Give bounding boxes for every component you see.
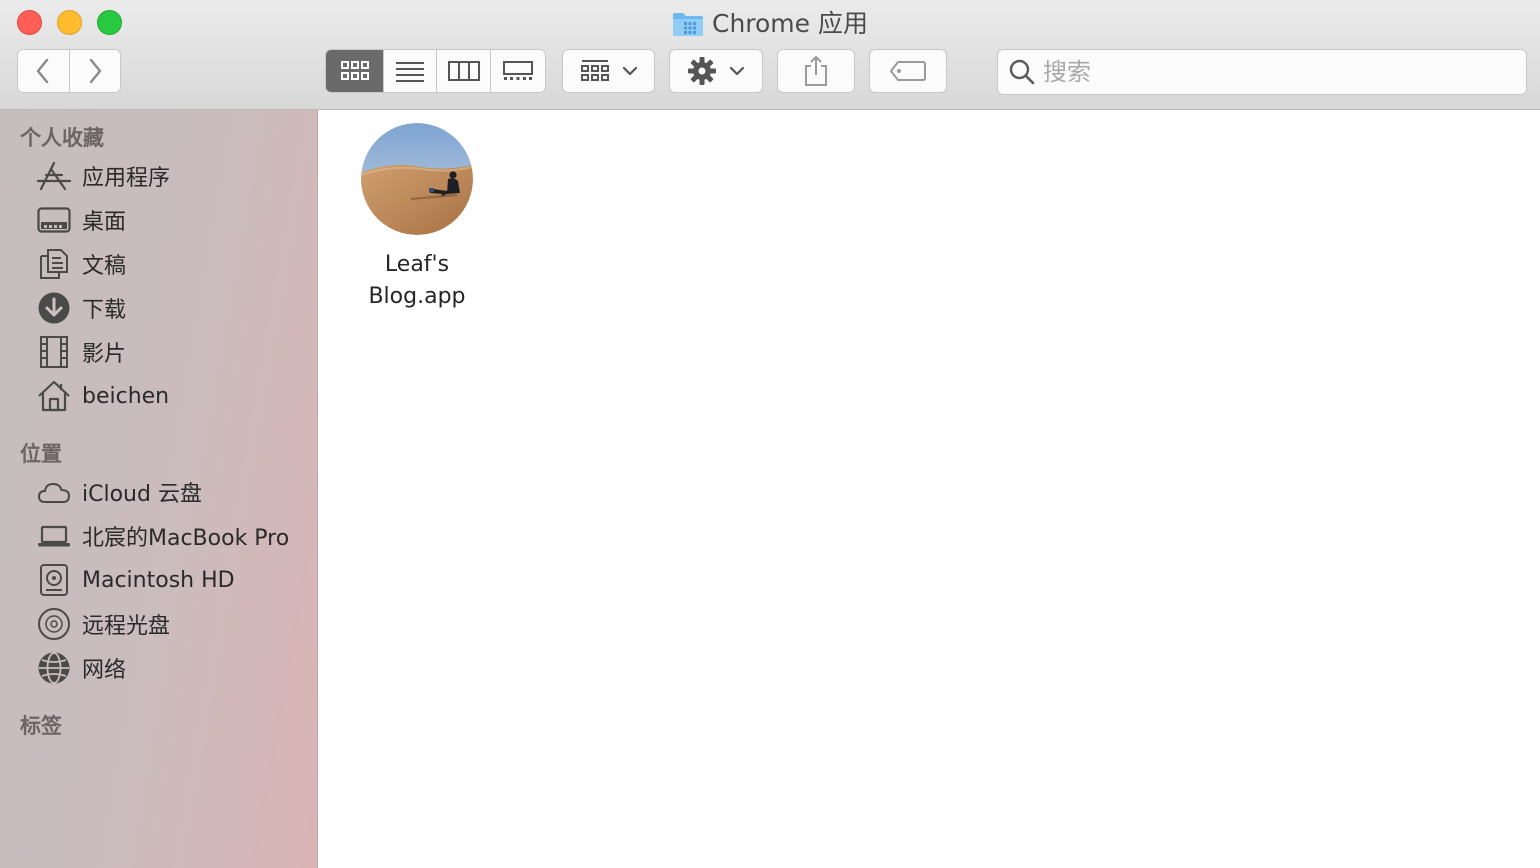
toolbar: Chrome 应用 bbox=[0, 0, 1540, 110]
search-icon bbox=[1009, 59, 1035, 85]
sidebar-item-applications[interactable]: 应用程序 bbox=[36, 156, 306, 196]
sidebar-item-label: iCloud 云盘 bbox=[82, 482, 202, 507]
view-mode-control bbox=[325, 49, 546, 93]
group-grid-icon bbox=[580, 60, 609, 81]
sidebar-item-desktop[interactable]: 桌面 bbox=[36, 200, 306, 240]
file-browser: Leaf's Blog.app bbox=[318, 110, 1540, 868]
chevron-right-icon bbox=[89, 58, 101, 84]
icon-view-icon bbox=[340, 61, 369, 80]
back-button[interactable] bbox=[18, 50, 70, 92]
gallery-view-button[interactable] bbox=[491, 50, 545, 92]
group-by-button[interactable] bbox=[562, 49, 655, 93]
sidebar-item-label: beichen bbox=[82, 383, 170, 409]
applications-icon bbox=[36, 158, 72, 194]
sidebar-item-remote-disc[interactable]: 远程光盘 bbox=[36, 604, 306, 644]
section-tags-title: 标签 bbox=[20, 714, 62, 738]
tag-button[interactable] bbox=[869, 49, 947, 93]
forward-button[interactable] bbox=[70, 50, 121, 92]
home-icon bbox=[36, 378, 72, 414]
sidebar-item-label: 桌面 bbox=[82, 210, 127, 235]
sidebar-item-label: 下载 bbox=[82, 298, 127, 323]
sidebar-item-label: 应用程序 bbox=[82, 166, 171, 191]
sidebar-item-network[interactable]: 网络 bbox=[36, 648, 306, 688]
sidebar: 个人收藏 应用程序 桌面 文稿 下载 影片 beichen 位置 iCloud … bbox=[0, 110, 318, 868]
column-view-button[interactable] bbox=[437, 50, 491, 92]
sidebar-item-label: 远程光盘 bbox=[82, 614, 171, 639]
sidebar-item-label: Macintosh HD bbox=[82, 567, 235, 593]
list-view-button[interactable] bbox=[384, 50, 438, 92]
chevron-down-icon bbox=[622, 66, 637, 76]
sidebar-item-home[interactable]: beichen bbox=[36, 376, 306, 416]
cloud-icon bbox=[36, 474, 72, 510]
documents-icon bbox=[36, 246, 72, 282]
share-button[interactable] bbox=[777, 49, 855, 93]
action-menu-button[interactable] bbox=[669, 49, 763, 93]
window-title: Chrome 应用 bbox=[0, 6, 1540, 40]
sidebar-item-downloads[interactable]: 下载 bbox=[36, 288, 306, 328]
network-icon bbox=[36, 650, 72, 686]
folder-icon bbox=[672, 13, 703, 36]
list-view-icon bbox=[396, 62, 425, 82]
sidebar-item-label: 文稿 bbox=[82, 254, 127, 279]
search-field[interactable] bbox=[997, 49, 1527, 95]
sidebar-item-macbook[interactable]: 北宸的MacBook Pro bbox=[36, 516, 306, 556]
sidebar-item-icloud[interactable]: iCloud 云盘 bbox=[36, 472, 306, 512]
desktop-icon bbox=[36, 202, 72, 238]
sidebar-item-label: 影片 bbox=[82, 342, 127, 367]
finder-window: Chrome 应用 搜索 个人收藏 应用程序 桌面 文稿 下载 影片 beich… bbox=[0, 0, 1540, 868]
hard-drive-icon bbox=[36, 562, 72, 598]
chevron-left-icon bbox=[37, 58, 49, 84]
column-view-icon bbox=[447, 61, 480, 81]
sidebar-item-label: 北宸的MacBook Pro bbox=[82, 526, 290, 551]
sidebar-item-label: 网络 bbox=[82, 658, 127, 683]
downloads-icon bbox=[36, 290, 72, 326]
nav-buttons bbox=[17, 49, 121, 93]
tag-icon bbox=[890, 61, 926, 81]
window-title-text: Chrome 应用 bbox=[711, 9, 868, 38]
search-input[interactable] bbox=[1043, 58, 1503, 86]
section-favorites-title: 个人收藏 bbox=[20, 126, 104, 150]
file-name: Leaf's Blog.app bbox=[332, 249, 502, 313]
gear-icon bbox=[688, 57, 716, 85]
section-locations-title: 位置 bbox=[20, 442, 62, 466]
movies-icon bbox=[36, 334, 72, 370]
file-item[interactable]: Leaf's Blog.app bbox=[361, 123, 473, 313]
chevron-down-icon bbox=[729, 66, 745, 76]
sidebar-item-macintosh-hd[interactable]: Macintosh HD bbox=[36, 560, 306, 600]
sidebar-item-documents[interactable]: 文稿 bbox=[36, 244, 306, 284]
laptop-icon bbox=[36, 518, 72, 554]
share-icon bbox=[805, 55, 827, 86]
gallery-view-icon bbox=[502, 61, 533, 80]
file-name-line2: Blog.app bbox=[368, 284, 466, 309]
disc-icon bbox=[36, 606, 72, 642]
icon-view-button[interactable] bbox=[326, 50, 385, 92]
app-avatar-icon bbox=[361, 123, 473, 235]
file-name-line1: Leaf's bbox=[384, 252, 450, 277]
sidebar-item-movies[interactable]: 影片 bbox=[36, 332, 306, 372]
